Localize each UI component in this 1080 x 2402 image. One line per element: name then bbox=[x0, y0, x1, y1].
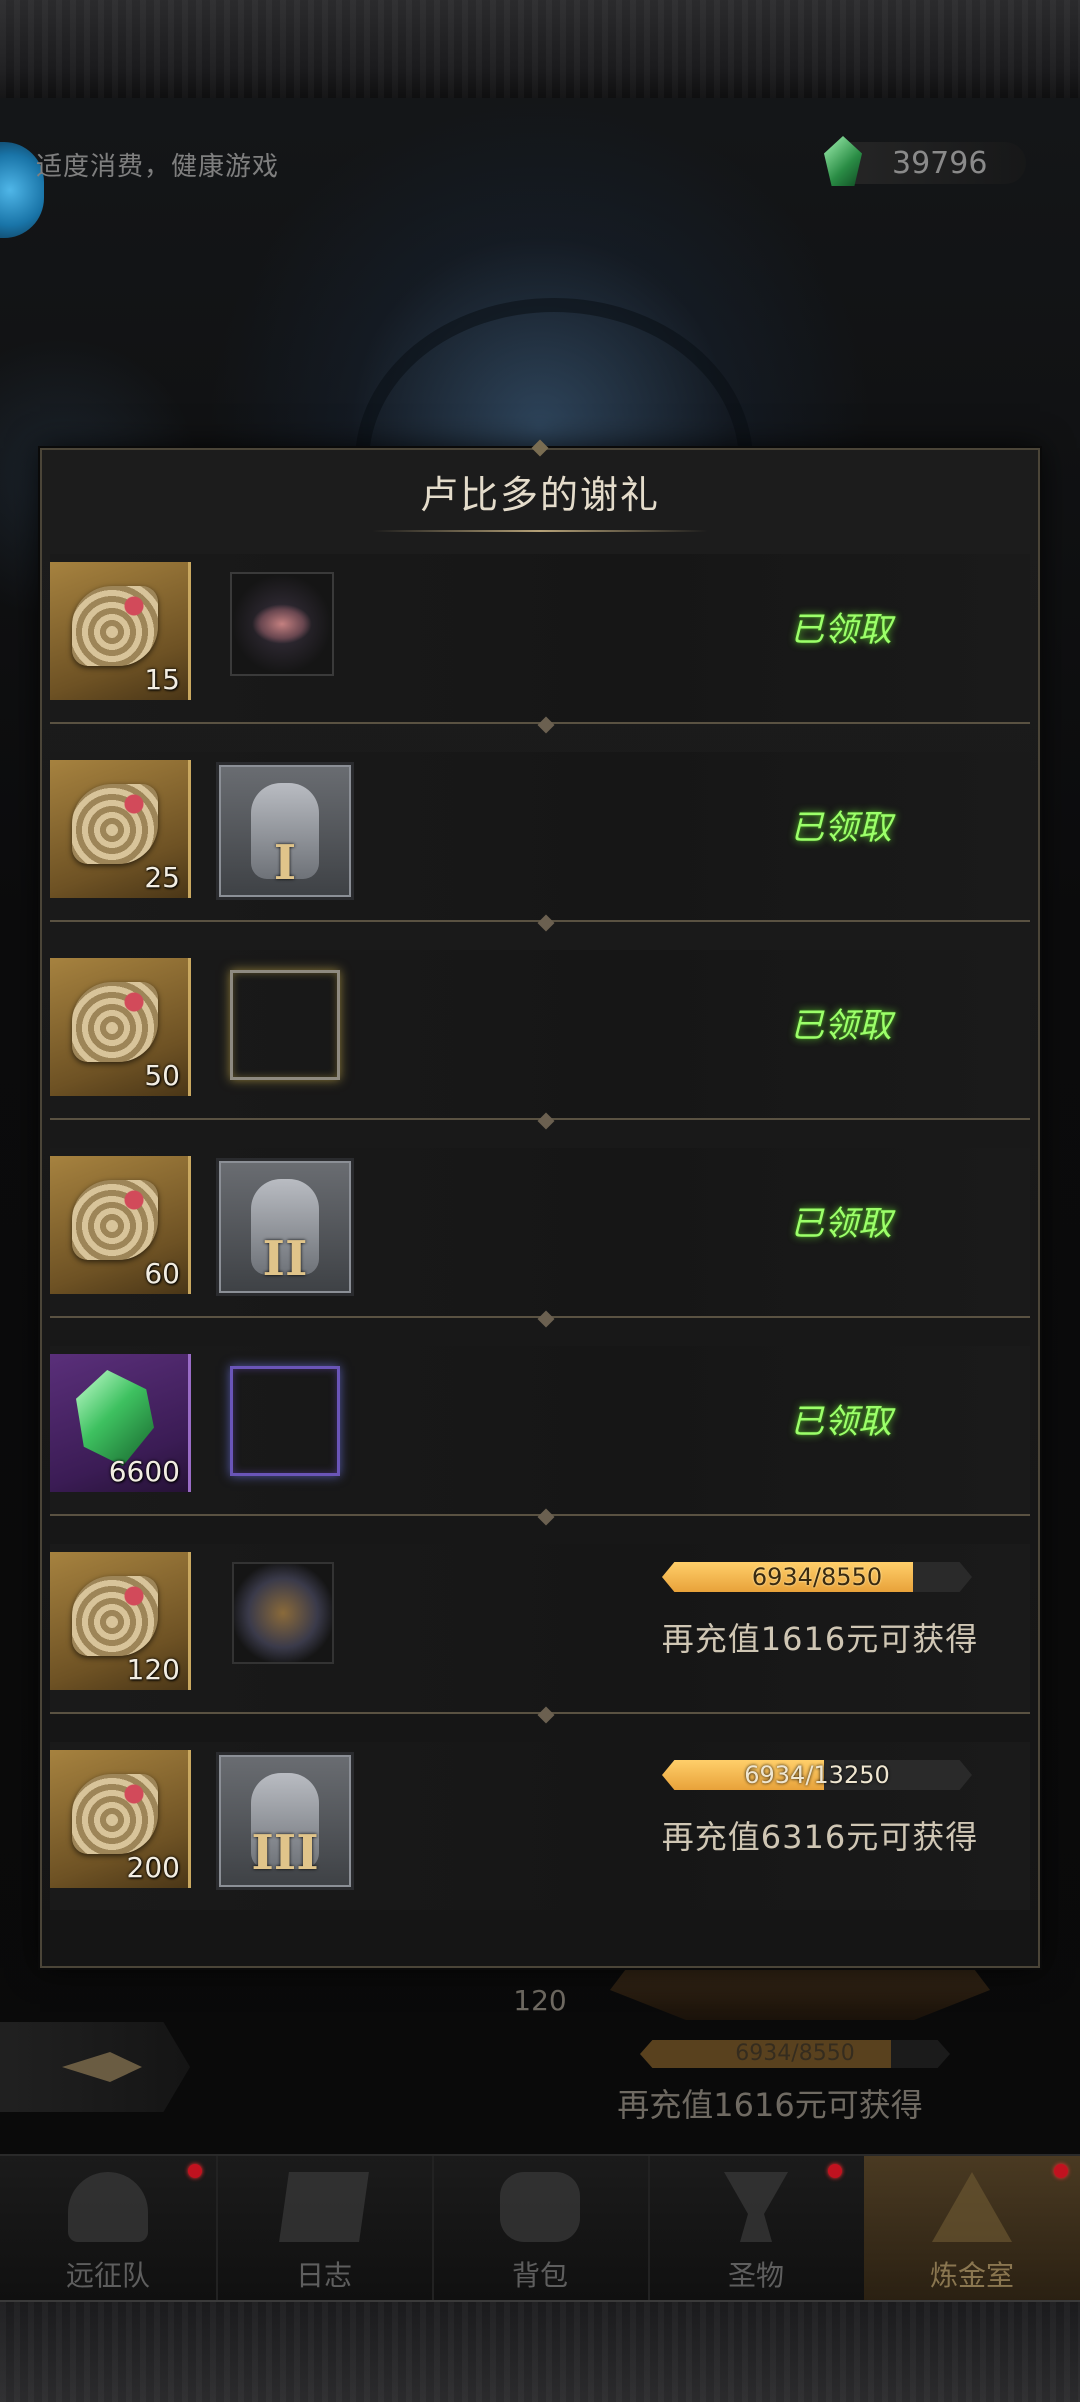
scroll-icon bbox=[72, 784, 158, 864]
notification-dot bbox=[188, 2164, 202, 2178]
scroll-icon bbox=[72, 586, 158, 666]
map-scroll-icon bbox=[279, 2172, 369, 2242]
scroll-icon bbox=[72, 1180, 158, 1260]
armor-tier-2-icon[interactable]: II bbox=[216, 1158, 354, 1296]
alchemy-icon bbox=[932, 2172, 1012, 2242]
background-recharge-text: 再充值1616元可获得 bbox=[617, 2086, 923, 2124]
armor-tier-1-icon[interactable]: I bbox=[216, 762, 354, 900]
bottom-frame bbox=[0, 2300, 1080, 2402]
nav-item-expedition[interactable]: 远征队 bbox=[0, 2156, 218, 2302]
nav-item-relics[interactable]: 圣物 bbox=[648, 2156, 866, 2302]
item-count: 6600 bbox=[108, 1455, 180, 1488]
tier-numeral: II bbox=[262, 1231, 308, 1287]
back-button[interactable] bbox=[0, 2022, 190, 2112]
progress-bar: 6934/13250 bbox=[662, 1760, 972, 1790]
claimed-label: 已领取 bbox=[790, 1006, 892, 1046]
nav-label: 背包 bbox=[511, 2259, 568, 2292]
tier-numeral: III bbox=[251, 1825, 319, 1881]
background-progress-bar: 6934/8550 bbox=[640, 2040, 950, 2068]
reward-row[interactable]: 60 II 已领取 bbox=[50, 1148, 1030, 1328]
modal-title: 卢比多的谢礼 bbox=[419, 473, 660, 517]
item-count: 60 bbox=[144, 1257, 180, 1290]
item-count: 15 bbox=[144, 663, 180, 696]
tier-numeral: I bbox=[273, 835, 297, 891]
title-underline bbox=[372, 530, 708, 532]
nav-label: 日志 bbox=[295, 2259, 352, 2292]
reward-row[interactable]: 120 6934/8550 再充值1616元可获得 bbox=[50, 1544, 1030, 1724]
chalice-icon bbox=[724, 2172, 788, 2242]
background-progress-text: 6934/8550 bbox=[735, 2041, 855, 2066]
row-divider bbox=[537, 1112, 555, 1130]
claimed-label: 已领取 bbox=[790, 1402, 892, 1442]
recharge-hint: 再充值6316元可获得 bbox=[661, 1818, 979, 1856]
scroll-icon bbox=[72, 1774, 158, 1854]
top-frame bbox=[0, 0, 1080, 100]
notification-dot bbox=[1054, 2164, 1068, 2178]
background-count: 120 bbox=[513, 1984, 567, 2017]
row-divider bbox=[537, 716, 555, 734]
health-notice: 适度消费，健康游戏 bbox=[36, 152, 280, 182]
recharge-hint: 再充值1616元可获得 bbox=[661, 1620, 979, 1658]
reward-item-slot[interactable]: 120 bbox=[50, 1552, 191, 1690]
reward-row[interactable]: 25 I 已领取 bbox=[50, 752, 1030, 932]
item-count: 200 bbox=[126, 1851, 180, 1884]
currency-display[interactable]: 39796 bbox=[824, 136, 1026, 186]
nav-label: 远征队 bbox=[65, 2259, 150, 2292]
back-arrow-icon bbox=[62, 2052, 142, 2082]
reward-item-slot[interactable]: 60 bbox=[50, 1156, 191, 1294]
mechanical-relic-icon[interactable] bbox=[232, 1562, 334, 1664]
row-divider bbox=[537, 1310, 555, 1328]
currency-value: 39796 bbox=[892, 146, 988, 181]
reward-item-slot[interactable]: 50 bbox=[50, 958, 191, 1096]
row-divider bbox=[537, 1706, 555, 1724]
crystal-icon bbox=[76, 1370, 154, 1466]
purple-frame-icon[interactable] bbox=[230, 1366, 340, 1476]
reward-item-slot[interactable]: 6600 bbox=[50, 1354, 191, 1492]
progress-text: 6934/8550 bbox=[751, 1563, 883, 1591]
artifact-glyph bbox=[252, 604, 312, 644]
skull-artifact-icon[interactable] bbox=[230, 572, 334, 676]
progress-bar: 6934/8550 bbox=[662, 1562, 972, 1592]
scroll-icon bbox=[72, 1576, 158, 1656]
nav-label: 炼金室 bbox=[929, 2259, 1014, 2292]
item-count: 25 bbox=[144, 861, 180, 894]
reward-row[interactable]: 50 已领取 bbox=[50, 950, 1030, 1130]
notification-dot bbox=[828, 2164, 842, 2178]
item-count: 50 bbox=[144, 1059, 180, 1092]
row-divider bbox=[537, 1508, 555, 1526]
claimed-label: 已领取 bbox=[790, 610, 892, 650]
reward-item-slot[interactable]: 25 bbox=[50, 760, 191, 898]
nav-item-alchemy[interactable]: 炼金室 bbox=[864, 2156, 1080, 2302]
claimed-label: 已领取 bbox=[790, 808, 892, 848]
armor-tier-3-icon[interactable]: III bbox=[216, 1752, 354, 1890]
claimed-label: 已领取 bbox=[790, 1204, 892, 1244]
nav-label: 圣物 bbox=[727, 2259, 784, 2292]
nav-item-backpack[interactable]: 背包 bbox=[432, 2156, 650, 2302]
row-divider bbox=[537, 914, 555, 932]
reward-item-slot[interactable]: 200 bbox=[50, 1750, 191, 1888]
reward-row[interactable]: 15 已领取 bbox=[50, 554, 1030, 734]
item-count: 120 bbox=[126, 1653, 180, 1686]
progress-text: 6934/13250 bbox=[744, 1761, 890, 1789]
viking-helmet-icon bbox=[68, 2172, 148, 2242]
scroll-icon bbox=[72, 982, 158, 1062]
golden-frame-icon[interactable] bbox=[230, 970, 340, 1080]
reward-row[interactable]: 6600 已领取 bbox=[50, 1346, 1030, 1526]
reward-row[interactable]: 200 III 6934/13250 再充值6316元可获得 bbox=[50, 1742, 1030, 1910]
reward-modal: 卢比多的谢礼 15 已领取 25 I 已领取 50 已领取 60 II 已领取 … bbox=[40, 439, 1040, 1968]
backpack-icon bbox=[500, 2172, 580, 2242]
reward-item-slot[interactable]: 15 bbox=[50, 562, 191, 700]
bottom-nav: 远征队 日志 背包 圣物 炼金室 bbox=[0, 2154, 1080, 2302]
nav-item-journal[interactable]: 日志 bbox=[216, 2156, 434, 2302]
